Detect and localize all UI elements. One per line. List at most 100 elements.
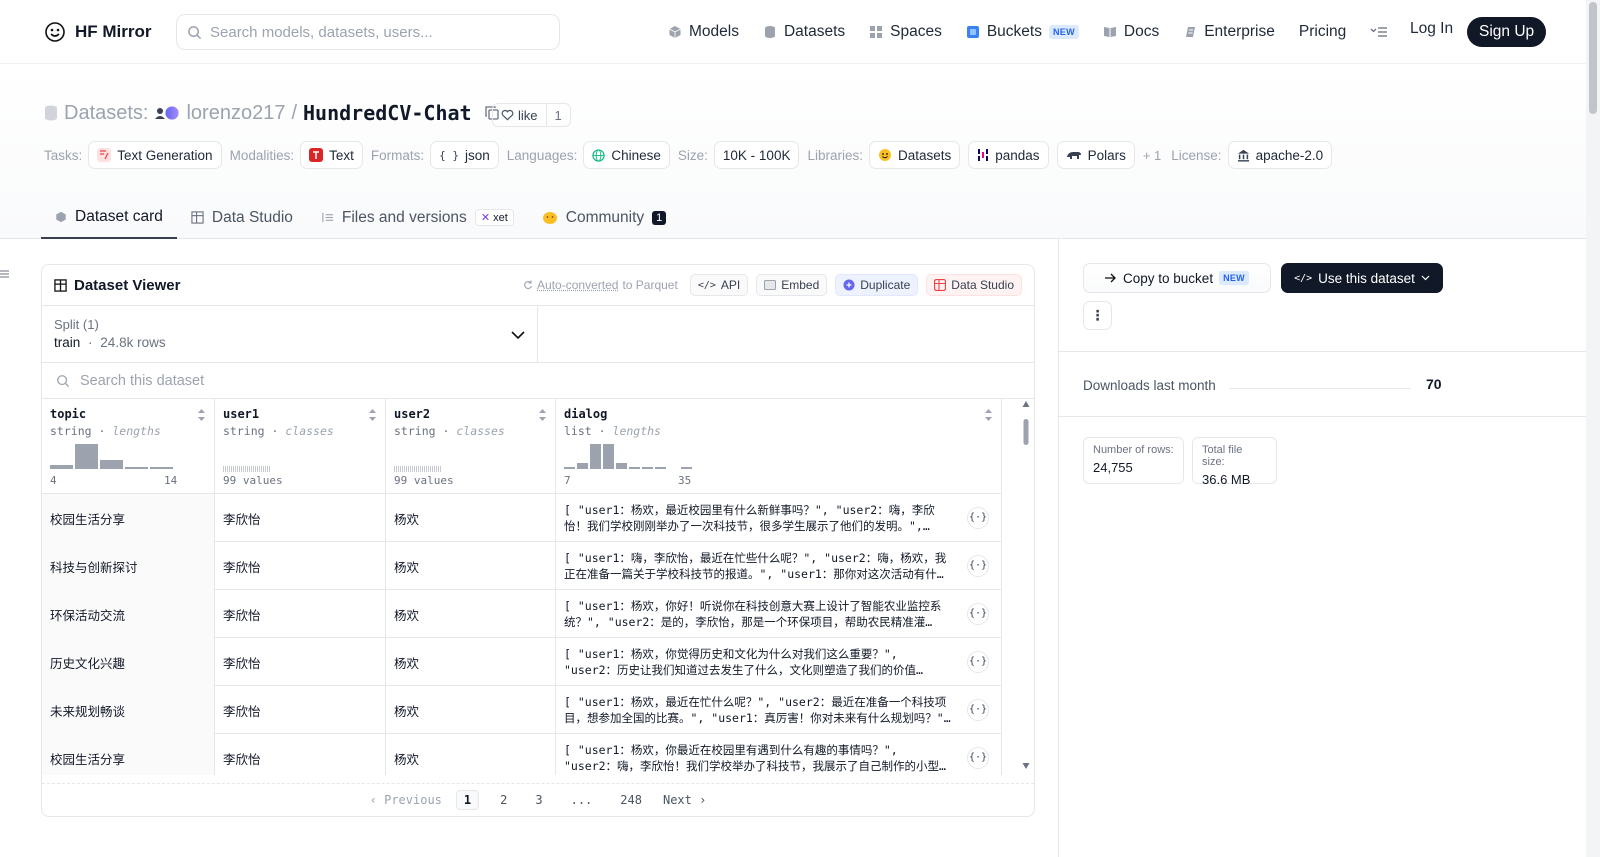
histogram-bar[interactable] <box>50 464 73 469</box>
embed-button[interactable]: Embed <box>756 274 828 296</box>
size-tag[interactable]: 10K - 100K <box>713 141 800 169</box>
cell-user2[interactable]: 杨欢 <box>386 542 556 590</box>
histogram-bar[interactable] <box>125 467 148 469</box>
next-page-button[interactable]: Next › <box>663 793 706 807</box>
license-tag[interactable]: apache-2.0 <box>1227 141 1333 169</box>
table-scrollbar[interactable] <box>1022 399 1030 775</box>
tab-data-studio[interactable]: Data Studio <box>177 196 307 239</box>
library-tag-datasets[interactable]: Datasets <box>868 141 961 169</box>
histogram-bar[interactable] <box>642 467 653 469</box>
table-row[interactable]: 校园生活分享 李欣怡 杨欢 [ "user1：杨欢，最近校园里有什么新鲜事吗？", "… <box>42 494 1002 542</box>
page-last-button[interactable]: 248 <box>613 791 649 809</box>
table-row[interactable]: 科技与创新探讨 李欣怡 杨欢 [ "user1：嗨，李欣怡，最近在忙些什么呢？", "… <box>42 542 1002 590</box>
previous-page-button[interactable]: ‹ Previous <box>370 793 442 807</box>
nav-docs[interactable]: Docs <box>1103 23 1159 41</box>
cell-user1[interactable]: 李欣怡 <box>215 494 386 542</box>
cell-dialog[interactable]: [ "user1：杨欢，你觉得历史和文化为什么对我们这么重要？", "user2… <box>556 638 1002 686</box>
page-scrollbar[interactable] <box>1586 0 1600 857</box>
json-view-icon[interactable]: {·} <box>967 603 989 625</box>
use-dataset-button[interactable]: </> Use this dataset <box>1281 263 1443 293</box>
nav-buckets[interactable]: Buckets NEW <box>966 23 1079 41</box>
cell-topic[interactable]: 校园生活分享 <box>42 734 215 775</box>
cell-user2[interactable]: 杨欢 <box>386 638 556 686</box>
data-studio-button[interactable]: Data Studio <box>926 274 1022 296</box>
cell-topic[interactable]: 历史文化兴趣 <box>42 638 215 686</box>
nav-pricing[interactable]: Pricing <box>1299 23 1346 41</box>
json-view-icon[interactable]: {·} <box>967 555 989 577</box>
repo-owner[interactable]: lorenzo217 <box>186 102 285 125</box>
nav-models[interactable]: Models <box>668 23 739 41</box>
like-count[interactable]: 1 <box>547 108 570 123</box>
cell-user2[interactable]: 杨欢 <box>386 734 556 775</box>
cell-dialog[interactable]: [ "user1：杨欢，你最近在校园里有遇到什么有趣的事情吗？", "user2… <box>556 734 1002 775</box>
more-options-button[interactable]: ⋮ <box>1083 301 1112 330</box>
json-view-icon[interactable]: {·} <box>967 507 989 529</box>
histogram-bar[interactable] <box>75 443 98 469</box>
class-distribution-strip[interactable] <box>394 466 441 472</box>
tab-files[interactable]: Files and versions ✕ xet <box>307 196 528 239</box>
library-tag-pandas[interactable]: pandas <box>968 141 1049 169</box>
cell-topic[interactable]: 校园生活分享 <box>42 494 215 542</box>
histogram-bar[interactable] <box>603 443 614 469</box>
nav-more[interactable] <box>1370 26 1388 38</box>
topic-length-histogram[interactable] <box>50 439 173 469</box>
sort-icon[interactable] <box>538 408 547 422</box>
histogram-bar[interactable] <box>681 467 692 469</box>
histogram-bar[interactable] <box>150 467 173 469</box>
dataset-search[interactable] <box>42 363 1034 399</box>
table-row[interactable]: 环保活动交流 李欣怡 杨欢 [ "user1：杨欢，你好！听说你在科技创意大赛上设计了… <box>42 590 1002 638</box>
page-3-button[interactable]: 3 <box>528 791 549 809</box>
repo-name[interactable]: HundredCV-Chat <box>303 101 472 125</box>
auto-converted-link[interactable]: Auto-converted <box>537 278 618 292</box>
like-button[interactable]: like 1 <box>492 103 571 127</box>
column-header-user2[interactable]: user2 string · classes 99 values <box>386 399 556 494</box>
page-1-button[interactable]: 1 <box>455 790 480 810</box>
column-header-dialog[interactable]: dialog list · lengths 7 35 <box>556 399 1002 494</box>
libraries-more[interactable]: + 1 <box>1143 148 1161 163</box>
cell-user1[interactable]: 李欣怡 <box>215 686 386 734</box>
histogram-bar[interactable] <box>590 443 601 469</box>
column-header-user1[interactable]: user1 string · classes 99 values <box>215 399 386 494</box>
language-tag[interactable]: Chinese <box>583 141 670 169</box>
cell-topic[interactable]: 环保活动交流 <box>42 590 215 638</box>
histogram-bar[interactable] <box>577 463 588 469</box>
cell-user1[interactable]: 李欣怡 <box>215 590 386 638</box>
table-row[interactable]: 历史文化兴趣 李欣怡 杨欢 [ "user1：杨欢，你觉得历史和文化为什么对我们这么重… <box>42 638 1002 686</box>
histogram-bar[interactable] <box>616 463 627 469</box>
sidebar-toggle-icon[interactable] <box>0 269 10 279</box>
cell-user2[interactable]: 杨欢 <box>386 686 556 734</box>
brand[interactable]: HF Mirror <box>43 20 152 44</box>
histogram-bar[interactable] <box>629 467 640 469</box>
page-2-button[interactable]: 2 <box>493 791 514 809</box>
signup-button[interactable]: Sign Up <box>1467 17 1547 47</box>
cell-dialog[interactable]: [ "user1：杨欢，最近在忙什么呢？", "user2：最近在准备一个科技项… <box>556 686 1002 734</box>
global-search-input[interactable] <box>210 23 540 41</box>
copy-to-bucket-button[interactable]: Copy to bucket NEW <box>1083 263 1271 293</box>
cell-user1[interactable]: 李欣怡 <box>215 638 386 686</box>
histogram-bar[interactable] <box>100 460 123 469</box>
format-tag[interactable]: { } json <box>430 141 499 169</box>
class-distribution-strip[interactable] <box>223 466 270 472</box>
sort-icon[interactable] <box>368 408 377 422</box>
cell-user1[interactable]: 李欣怡 <box>215 734 386 775</box>
table-row[interactable]: 校园生活分享 李欣怡 杨欢 [ "user1：杨欢，你最近在校园里有遇到什么有趣的事情… <box>42 734 1002 775</box>
cell-dialog[interactable]: [ "user1：杨欢，最近校园里有什么新鲜事吗？", "user2：嗨，李欣怡… <box>556 494 1002 542</box>
histogram-bar[interactable] <box>655 467 666 469</box>
global-search[interactable] <box>176 14 560 50</box>
cell-topic[interactable]: 科技与创新探讨 <box>42 542 215 590</box>
duplicate-button[interactable]: Duplicate <box>835 274 919 296</box>
dialog-length-histogram[interactable] <box>564 439 692 469</box>
json-view-icon[interactable]: {·} <box>967 651 989 673</box>
cell-dialog[interactable]: [ "user1：嗨，李欣怡，最近在忙些什么呢？", "user2：嗨，杨欢，我… <box>556 542 1002 590</box>
cell-dialog[interactable]: [ "user1：杨欢，你好！听说你在科技创意大赛上设计了智能农业监控系统？",… <box>556 590 1002 638</box>
json-view-icon[interactable]: {·} <box>967 699 989 721</box>
page-scrollbar-thumb[interactable] <box>1589 2 1597 114</box>
sort-icon[interactable] <box>197 408 206 422</box>
cell-user2[interactable]: 杨欢 <box>386 494 556 542</box>
nav-spaces[interactable]: Spaces <box>869 23 942 41</box>
json-view-icon[interactable]: {·} <box>967 747 989 769</box>
histogram-bar[interactable] <box>564 467 575 469</box>
table-row[interactable]: 未来规划畅谈 李欣怡 杨欢 [ "user1：杨欢，最近在忙什么呢？", "user2… <box>42 686 1002 734</box>
nav-datasets[interactable]: Datasets <box>763 23 845 41</box>
api-button[interactable]: </> API <box>689 274 749 296</box>
